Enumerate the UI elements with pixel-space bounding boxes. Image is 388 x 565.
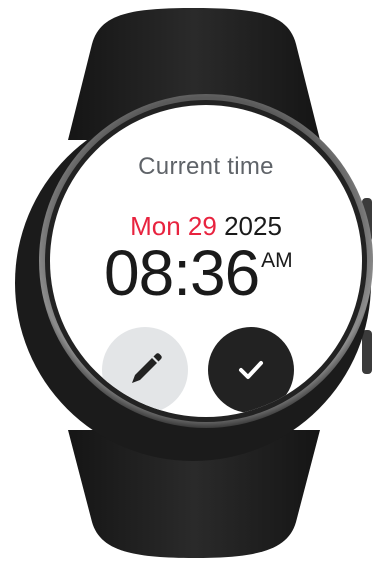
crown-button-bottom[interactable]: [362, 330, 372, 374]
confirm-button[interactable]: [208, 327, 294, 413]
edit-button[interactable]: [102, 327, 188, 413]
watch-screen: Current time Mon 29 2025 08:36AM: [50, 105, 362, 417]
time-value: 08:36: [104, 237, 260, 309]
checkmark-icon: [239, 361, 263, 379]
pencil-icon: [132, 353, 162, 383]
screen-title: Current time: [138, 153, 274, 180]
time-display: 08:36AM: [104, 237, 293, 309]
time-period: AM: [261, 249, 293, 272]
